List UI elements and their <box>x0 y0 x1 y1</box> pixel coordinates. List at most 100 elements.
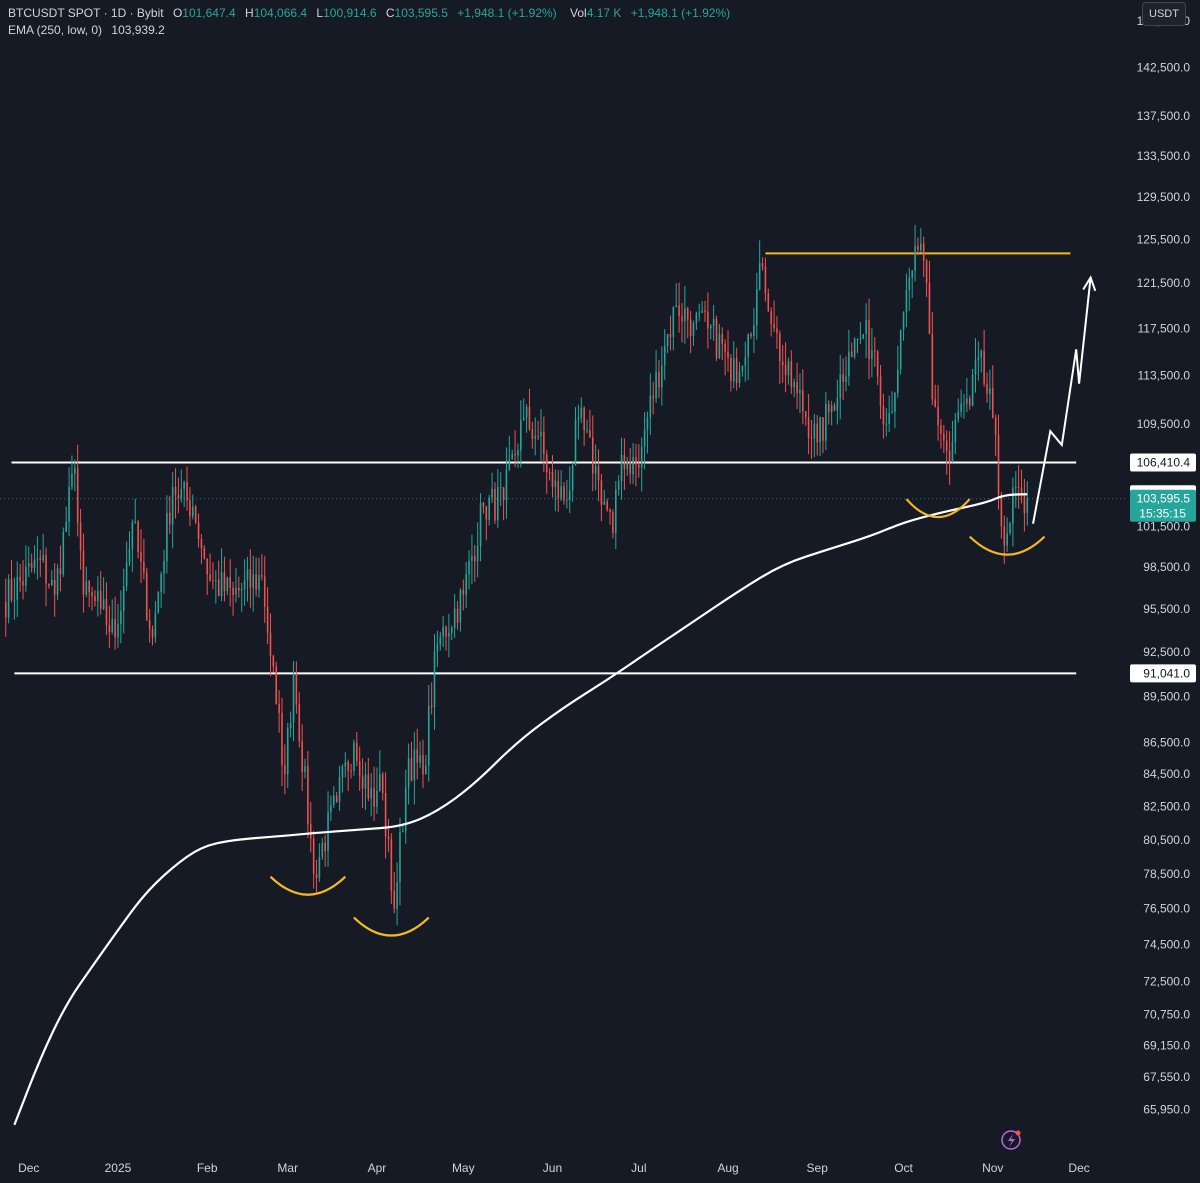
currency-button[interactable]: USDT <box>1142 2 1186 26</box>
candle-body <box>957 411 960 420</box>
price-tick-label: 76,500.0 <box>1143 902 1190 916</box>
candle-body <box>309 824 312 839</box>
candle <box>62 527 65 578</box>
candle-body <box>684 308 686 322</box>
symbol-label[interactable]: BTCUSDT SPOT · 1D · Bybit <box>8 6 164 20</box>
candle-body <box>531 428 534 439</box>
candle <box>10 560 13 603</box>
candle <box>91 586 93 611</box>
candle <box>744 341 747 382</box>
candle <box>807 394 810 455</box>
candle <box>194 504 197 525</box>
candle-body <box>802 389 804 412</box>
candle-body <box>882 406 885 425</box>
candle-body <box>704 310 706 312</box>
candle-body <box>505 469 508 500</box>
candle <box>356 732 358 767</box>
candle <box>563 482 565 505</box>
candle <box>430 682 433 715</box>
candle-body <box>390 838 393 891</box>
candle <box>71 455 73 490</box>
candle <box>842 358 844 401</box>
candle-body <box>583 407 585 431</box>
candle-body <box>203 548 206 559</box>
candle-body <box>1009 523 1011 534</box>
candle <box>609 508 611 525</box>
chart-canvas[interactable]: 147,500.0142,500.0137,500.0133,500.0129,… <box>0 0 1200 1178</box>
candle <box>85 566 88 598</box>
candle <box>1000 491 1003 539</box>
candle-body <box>784 365 787 376</box>
candle-body <box>577 417 580 420</box>
candle-body <box>367 774 370 799</box>
candle-body <box>358 761 361 777</box>
candle <box>977 341 980 381</box>
candle-body <box>528 406 531 429</box>
candle <box>793 378 795 398</box>
candle <box>790 350 793 394</box>
candle <box>773 300 775 333</box>
candle <box>750 332 752 339</box>
candle-body <box>192 506 194 517</box>
candle-body <box>324 842 326 852</box>
candle-body <box>807 417 810 438</box>
candle <box>203 545 206 560</box>
price-label-level[interactable]: 106,410.4 <box>1130 453 1196 472</box>
candle-body <box>635 457 637 465</box>
candle-body <box>888 413 890 424</box>
candle <box>511 449 513 460</box>
candle <box>848 329 850 386</box>
ema-line[interactable] <box>13 493 1028 1126</box>
price-label-last[interactable]: 103,595.515:35:15 <box>1130 489 1196 522</box>
candle <box>666 333 669 354</box>
candle <box>39 549 42 577</box>
ohlc-row: BTCUSDT SPOT · 1D · Bybit O101,647.4 H10… <box>8 5 730 22</box>
candle-body <box>479 502 482 546</box>
candle <box>154 600 157 643</box>
candle-body <box>966 398 968 404</box>
candle-body <box>819 417 821 443</box>
candle-body <box>261 575 263 577</box>
trading-chart[interactable]: 147,500.0142,500.0137,500.0133,500.0129,… <box>0 0 1200 1178</box>
candle-body <box>476 545 479 562</box>
candle <box>643 412 646 470</box>
candle-body <box>551 472 554 487</box>
candle-body <box>384 793 387 837</box>
bottom-arc-drawing[interactable] <box>353 916 430 937</box>
candle <box>390 833 393 904</box>
candle <box>258 557 260 598</box>
candle-body <box>830 405 833 413</box>
candle <box>168 495 171 534</box>
candle <box>850 342 853 358</box>
time-tick-label: Dec <box>18 1161 39 1175</box>
candle-body <box>948 450 951 462</box>
candle <box>476 522 479 578</box>
candle <box>732 341 735 389</box>
price-label-level[interactable]: 91,041.0 <box>1130 664 1196 683</box>
candle <box>163 549 165 594</box>
bottom-arc-drawing[interactable] <box>269 875 347 896</box>
price-tick-label: 89,500.0 <box>1143 690 1190 704</box>
candle <box>735 347 738 391</box>
projection-path[interactable] <box>1032 277 1092 524</box>
ema-label: EMA (250, low, 0) <box>8 23 103 37</box>
candle <box>30 553 33 573</box>
candle-body <box>91 592 93 597</box>
candle-body <box>269 632 272 656</box>
candle-body <box>767 293 770 312</box>
candle <box>217 560 220 597</box>
indicator-row[interactable]: EMA (250, low, 0) 103,939.2 <box>8 22 730 39</box>
candle <box>945 430 948 475</box>
candle-body <box>456 608 459 623</box>
candle-body <box>520 420 522 451</box>
candle <box>534 417 537 456</box>
candle <box>721 327 724 361</box>
candle-body <box>853 339 856 357</box>
candle <box>97 575 99 617</box>
candle <box>580 397 583 423</box>
candle-body <box>1014 486 1017 488</box>
candle-body <box>597 465 600 481</box>
candle <box>174 468 177 519</box>
candle-body <box>859 338 862 340</box>
candle-body <box>131 522 134 549</box>
